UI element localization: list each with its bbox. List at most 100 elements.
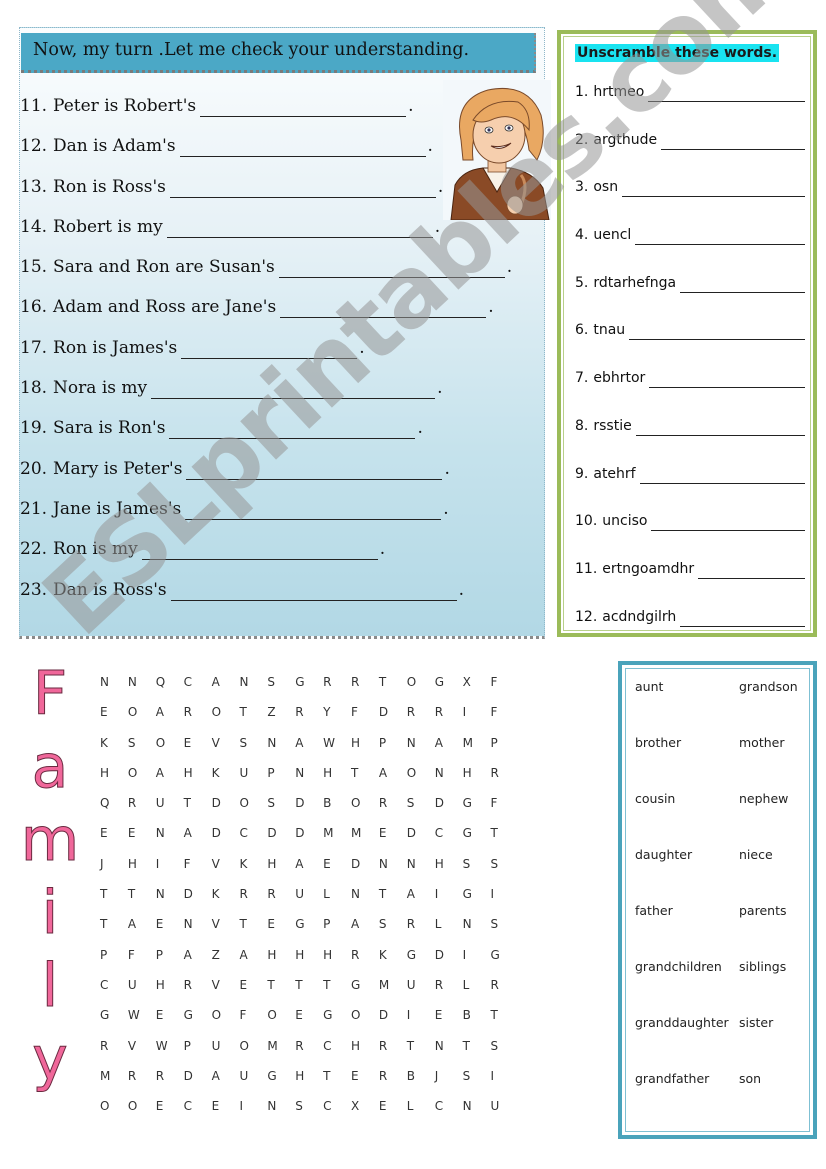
- grid-letter[interactable]: D: [291, 826, 319, 856]
- grid-letter[interactable]: S: [459, 857, 487, 887]
- grid-letter[interactable]: D: [375, 1008, 403, 1038]
- grid-letter[interactable]: R: [375, 1069, 403, 1099]
- grid-letter[interactable]: V: [208, 857, 236, 887]
- grid-letter[interactable]: M: [459, 736, 487, 766]
- grid-letter[interactable]: C: [319, 1099, 347, 1129]
- answer-blank[interactable]: [651, 513, 805, 532]
- grid-letter[interactable]: O: [347, 796, 375, 826]
- grid-letter[interactable]: K: [235, 857, 263, 887]
- grid-letter[interactable]: T: [319, 1069, 347, 1099]
- grid-letter[interactable]: T: [486, 826, 514, 856]
- grid-letter[interactable]: R: [235, 887, 263, 917]
- grid-letter[interactable]: R: [375, 796, 403, 826]
- grid-letter[interactable]: A: [152, 766, 180, 796]
- answer-blank[interactable]: [200, 96, 407, 117]
- grid-letter[interactable]: U: [291, 887, 319, 917]
- grid-letter[interactable]: A: [235, 948, 263, 978]
- grid-letter[interactable]: R: [124, 796, 152, 826]
- grid-letter[interactable]: A: [291, 736, 319, 766]
- grid-letter[interactable]: T: [486, 1008, 514, 1038]
- grid-letter[interactable]: E: [431, 1008, 459, 1038]
- grid-letter[interactable]: V: [208, 917, 236, 947]
- grid-letter[interactable]: C: [319, 1039, 347, 1069]
- grid-letter[interactable]: G: [263, 1069, 291, 1099]
- grid-letter[interactable]: H: [263, 857, 291, 887]
- answer-blank[interactable]: [185, 499, 442, 520]
- grid-letter[interactable]: E: [208, 1099, 236, 1129]
- grid-letter[interactable]: F: [180, 857, 208, 887]
- grid-letter[interactable]: D: [180, 887, 208, 917]
- answer-blank[interactable]: [151, 378, 436, 400]
- grid-letter[interactable]: L: [319, 887, 347, 917]
- grid-letter[interactable]: M: [96, 1069, 124, 1099]
- answer-blank[interactable]: [629, 322, 805, 341]
- grid-letter[interactable]: I: [459, 705, 487, 735]
- grid-letter[interactable]: R: [291, 705, 319, 735]
- grid-letter[interactable]: Y: [319, 705, 347, 735]
- grid-letter[interactable]: Q: [96, 796, 124, 826]
- grid-letter[interactable]: C: [180, 1099, 208, 1129]
- grid-letter[interactable]: F: [486, 675, 514, 705]
- grid-letter[interactable]: E: [152, 917, 180, 947]
- grid-letter[interactable]: J: [96, 857, 124, 887]
- grid-letter[interactable]: E: [235, 978, 263, 1008]
- grid-letter[interactable]: N: [263, 1099, 291, 1129]
- grid-letter[interactable]: R: [291, 1039, 319, 1069]
- grid-letter[interactable]: T: [319, 978, 347, 1008]
- grid-letter[interactable]: P: [319, 917, 347, 947]
- grid-letter[interactable]: U: [235, 1069, 263, 1099]
- grid-letter[interactable]: K: [208, 766, 236, 796]
- grid-letter[interactable]: I: [486, 1069, 514, 1099]
- grid-letter[interactable]: N: [180, 917, 208, 947]
- grid-letter[interactable]: H: [124, 857, 152, 887]
- grid-letter[interactable]: T: [180, 796, 208, 826]
- grid-letter[interactable]: H: [431, 857, 459, 887]
- grid-letter[interactable]: V: [208, 736, 236, 766]
- grid-letter[interactable]: N: [235, 675, 263, 705]
- grid-letter[interactable]: P: [180, 1039, 208, 1069]
- answer-blank[interactable]: [698, 561, 805, 579]
- grid-letter[interactable]: R: [180, 978, 208, 1008]
- grid-letter[interactable]: I: [486, 887, 514, 917]
- grid-letter[interactable]: E: [291, 1008, 319, 1038]
- grid-letter[interactable]: O: [124, 766, 152, 796]
- grid-letter[interactable]: C: [96, 978, 124, 1008]
- grid-letter[interactable]: R: [319, 675, 347, 705]
- grid-letter[interactable]: A: [180, 826, 208, 856]
- grid-letter[interactable]: D: [291, 796, 319, 826]
- grid-letter[interactable]: T: [291, 978, 319, 1008]
- grid-letter[interactable]: A: [208, 675, 236, 705]
- grid-letter[interactable]: W: [124, 1008, 152, 1038]
- grid-letter[interactable]: N: [459, 917, 487, 947]
- grid-letter[interactable]: O: [124, 1099, 152, 1129]
- answer-blank[interactable]: [635, 227, 805, 246]
- grid-letter[interactable]: R: [486, 978, 514, 1008]
- grid-letter[interactable]: P: [486, 736, 514, 766]
- grid-letter[interactable]: R: [431, 705, 459, 735]
- grid-letter[interactable]: N: [96, 675, 124, 705]
- grid-letter[interactable]: O: [208, 1008, 236, 1038]
- answer-blank[interactable]: [141, 539, 378, 561]
- grid-letter[interactable]: R: [124, 1069, 152, 1099]
- grid-letter[interactable]: O: [235, 796, 263, 826]
- grid-letter[interactable]: L: [431, 917, 459, 947]
- grid-letter[interactable]: T: [459, 1039, 487, 1069]
- grid-letter[interactable]: H: [291, 1069, 319, 1099]
- grid-letter[interactable]: R: [347, 948, 375, 978]
- grid-letter[interactable]: I: [235, 1099, 263, 1129]
- grid-letter[interactable]: O: [347, 1008, 375, 1038]
- grid-letter[interactable]: D: [375, 705, 403, 735]
- grid-letter[interactable]: R: [486, 766, 514, 796]
- grid-letter[interactable]: R: [180, 705, 208, 735]
- grid-letter[interactable]: H: [319, 948, 347, 978]
- grid-letter[interactable]: O: [152, 736, 180, 766]
- answer-blank[interactable]: [680, 609, 805, 627]
- grid-letter[interactable]: H: [96, 766, 124, 796]
- grid-letter[interactable]: U: [486, 1099, 514, 1129]
- grid-letter[interactable]: O: [403, 675, 431, 705]
- grid-letter[interactable]: Q: [152, 675, 180, 705]
- grid-letter[interactable]: T: [235, 705, 263, 735]
- grid-letter[interactable]: A: [291, 857, 319, 887]
- grid-letter[interactable]: U: [208, 1039, 236, 1069]
- answer-blank[interactable]: [639, 466, 805, 484]
